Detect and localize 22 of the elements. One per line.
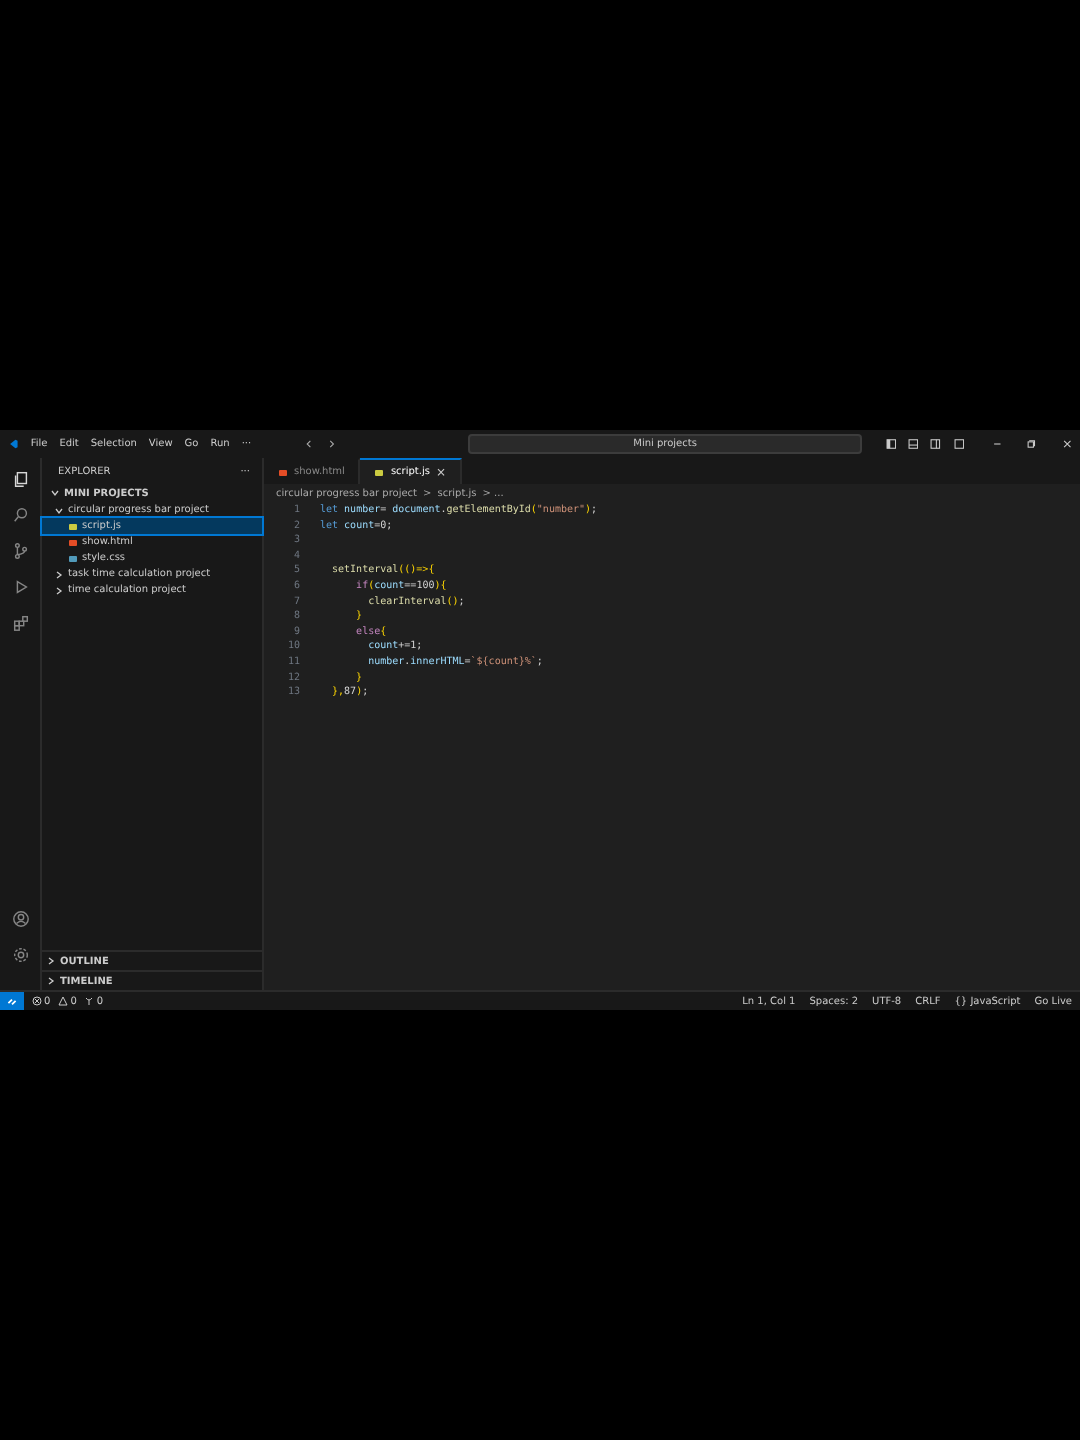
file-icon xyxy=(278,467,288,477)
minimize-icon[interactable] xyxy=(992,438,1003,450)
run-debug-icon[interactable] xyxy=(11,578,29,596)
layout-icon[interactable] xyxy=(930,438,942,450)
warning-icon xyxy=(58,996,69,1006)
remote-button[interactable] xyxy=(0,992,24,1010)
layout-icon[interactable] xyxy=(908,438,919,450)
extensions-icon[interactable] xyxy=(11,614,29,632)
files-icon[interactable] xyxy=(11,470,29,488)
restore-icon[interactable] xyxy=(1026,438,1038,450)
close-icon[interactable] xyxy=(1061,438,1073,450)
error-icon xyxy=(32,996,42,1006)
account-icon[interactable] xyxy=(11,910,29,928)
settings-icon[interactable] xyxy=(11,946,29,964)
file-icon xyxy=(374,467,385,477)
layout-icon[interactable] xyxy=(953,438,965,450)
remote-icon xyxy=(6,995,18,1007)
app-logo-icon xyxy=(8,438,19,450)
layout-icon[interactable] xyxy=(885,438,897,450)
branch-icon[interactable] xyxy=(11,542,29,560)
antenna-icon xyxy=(84,996,95,1006)
search-icon[interactable] xyxy=(11,506,29,524)
